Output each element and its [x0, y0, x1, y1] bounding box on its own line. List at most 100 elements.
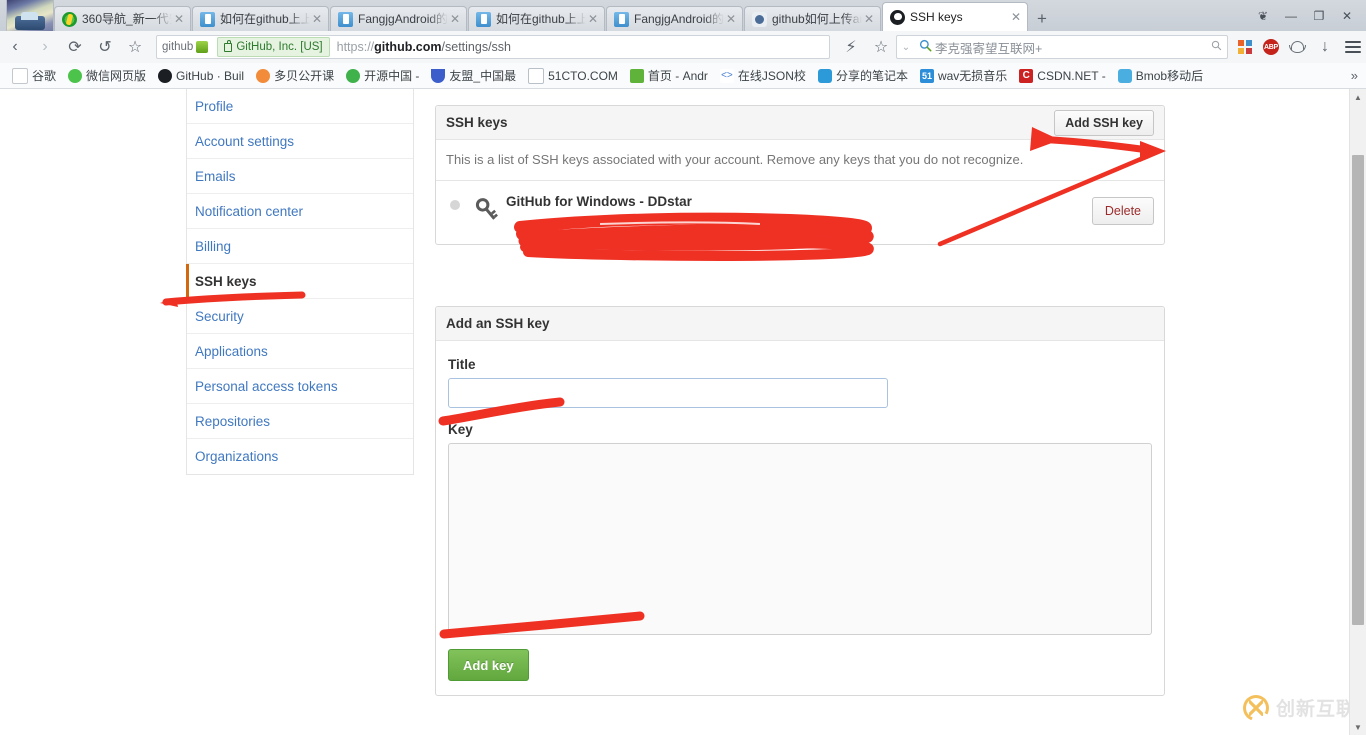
- minimize-button[interactable]: —: [1277, 5, 1305, 27]
- tab-label: 如何在github上上传: [496, 12, 586, 26]
- close-window-button[interactable]: ✕: [1333, 5, 1361, 27]
- browser-tab[interactable]: 360导航_新一代安全 ✕: [54, 6, 191, 31]
- bookmark-label: Bmob移动后: [1135, 69, 1204, 83]
- bookmark-item[interactable]: 51 wav无损音乐: [914, 65, 1013, 87]
- browser-tab[interactable]: FangjgAndroid的博 ✕: [330, 6, 467, 31]
- reload-icon[interactable]: ⟳: [60, 32, 90, 62]
- forward-icon[interactable]: ›: [30, 32, 60, 62]
- sidebar-item-account-settings[interactable]: Account settings: [187, 124, 413, 159]
- browser-tab-active[interactable]: SSH keys ✕: [882, 2, 1028, 31]
- bookmarks-overflow-icon[interactable]: »: [1351, 68, 1366, 83]
- tab-label: github如何上传andr: [772, 12, 862, 26]
- sidebar-item-profile[interactable]: Profile: [187, 89, 413, 124]
- sidebar-item-emails[interactable]: Emails: [187, 159, 413, 194]
- adblock-icon[interactable]: ABP: [1258, 33, 1284, 61]
- tab-close-icon[interactable]: ✕: [310, 13, 324, 25]
- address-bar[interactable]: github GitHub, Inc. [US] https://github.…: [156, 35, 830, 59]
- site-tag-label: github: [162, 41, 194, 53]
- bookmarks-bar: 谷歌 微信网页版 GitHub · Buil 多贝公开课 开源中国 - 友盟_中…: [0, 63, 1366, 89]
- maximize-button[interactable]: ❐: [1305, 5, 1333, 27]
- tab-close-icon[interactable]: ✕: [1009, 11, 1023, 23]
- title-field-label: Title: [448, 357, 476, 372]
- search-go-icon[interactable]: [1205, 40, 1227, 54]
- 360-favicon: [62, 11, 77, 27]
- bookmark-item[interactable]: 分享的笔记本: [812, 65, 914, 87]
- scroll-up-icon[interactable]: ▲: [1350, 89, 1366, 105]
- wechat-icon: [68, 68, 83, 83]
- search-input[interactable]: 李克强寄望互联网+: [935, 38, 1205, 57]
- back-icon[interactable]: ‹: [0, 32, 30, 62]
- bookmark-item[interactable]: 51CTO.COM: [522, 65, 624, 87]
- bookmark-label: 多贝公开课: [274, 69, 335, 83]
- bookmark-item[interactable]: C CSDN.NET -: [1013, 65, 1111, 87]
- ssh-key-title-input[interactable]: [448, 378, 888, 408]
- bookmark-label: 分享的笔记本: [835, 69, 908, 83]
- sidebar-item-notification-center[interactable]: Notification center: [187, 194, 413, 229]
- blue-doc-favicon: [200, 11, 215, 27]
- bookmark-item[interactable]: 开源中国 -: [340, 65, 425, 87]
- ext-grid-icon[interactable]: [1232, 33, 1258, 61]
- url-host: github.com: [374, 40, 442, 54]
- browser-tab[interactable]: 如何在github上上传 ✕: [192, 6, 329, 31]
- ssh-key-row: GitHub for Windows - DDstar Delete: [436, 181, 1164, 244]
- lightning-icon[interactable]: ⚡: [836, 32, 866, 62]
- download-icon[interactable]: ↓: [1310, 32, 1340, 62]
- search-engine-chevron-icon[interactable]: ⌄: [897, 42, 915, 53]
- browser-tab[interactable]: 如何在github上上传 ✕: [468, 6, 605, 31]
- github-blue-favicon: [752, 11, 767, 27]
- add-bookmark-icon[interactable]: ☆: [866, 32, 896, 62]
- bookmark-label: wav无损音乐: [937, 69, 1008, 83]
- sidebar-item-security[interactable]: Security: [187, 299, 413, 334]
- ssh-key-textarea[interactable]: [448, 443, 1152, 635]
- sidebar-item-personal-access-tokens[interactable]: Personal access tokens: [187, 369, 413, 404]
- delete-key-button[interactable]: Delete: [1091, 197, 1154, 225]
- tab-close-icon[interactable]: ✕: [586, 13, 600, 25]
- browser-tab[interactable]: FangjgAndroid的博 ✕: [606, 6, 743, 31]
- sidebar-item-repositories[interactable]: Repositories: [187, 404, 413, 439]
- sidebar-item-applications[interactable]: Applications: [187, 334, 413, 369]
- green-badge-icon: [196, 41, 209, 53]
- bookmark-item[interactable]: 友盟_中国最: [425, 65, 522, 87]
- bookmark-item[interactable]: <> 在线JSON校: [714, 65, 812, 87]
- tab-close-icon[interactable]: ✕: [862, 13, 876, 25]
- page-icon: [12, 67, 28, 84]
- tab-close-icon[interactable]: ✕: [724, 13, 738, 25]
- sidebar-item-label: Billing: [195, 238, 232, 254]
- security-indicator[interactable]: GitHub, Inc. [US]: [217, 37, 330, 57]
- evernote-icon: [817, 68, 832, 83]
- add-key-submit-button[interactable]: Add key: [448, 649, 529, 681]
- bookmark-item[interactable]: Bmob移动后: [1112, 65, 1209, 87]
- sidebar-item-label: Notification center: [195, 203, 304, 219]
- sidebar-item-label: Organizations: [195, 449, 279, 464]
- ssh-key-title: GitHub for Windows - DDstar: [506, 194, 692, 209]
- bookmark-item[interactable]: 首页 - Andr: [624, 65, 714, 87]
- skin-icon[interactable]: ❦: [1249, 5, 1277, 27]
- bookmark-label: 开源中国 -: [364, 69, 420, 83]
- bookmark-item[interactable]: 谷歌: [6, 65, 62, 87]
- page-scrollbar[interactable]: ▲ ▼: [1349, 89, 1366, 735]
- bookmark-item[interactable]: 微信网页版: [62, 65, 152, 87]
- cloud-icon[interactable]: [1284, 33, 1310, 61]
- search-box[interactable]: ⌄ 李克强寄望互联网+: [896, 35, 1228, 59]
- settings-sidebar: Profile Account settings Emails Notifica…: [186, 89, 414, 475]
- search-icon: [915, 39, 935, 55]
- sidebar-item-organizations[interactable]: Organizations: [187, 439, 413, 474]
- sidebar-item-ssh-keys[interactable]: SSH keys: [186, 264, 413, 299]
- tab-close-icon[interactable]: ✕: [172, 13, 186, 25]
- sidebar-item-billing[interactable]: Billing: [187, 229, 413, 264]
- bookmark-label: 51CTO.COM: [548, 68, 618, 83]
- bmob-icon: [1117, 68, 1132, 83]
- scroll-down-icon[interactable]: ▼: [1350, 719, 1366, 735]
- bookmark-item[interactable]: 多贝公开课: [250, 65, 340, 87]
- tab-close-icon[interactable]: ✕: [448, 13, 462, 25]
- menu-icon[interactable]: [1340, 33, 1366, 61]
- history-back-icon[interactable]: ↺: [90, 32, 120, 62]
- bookmark-star-icon[interactable]: ☆: [120, 32, 150, 62]
- add-ssh-key-button[interactable]: Add SSH key: [1054, 109, 1154, 136]
- new-tab-button[interactable]: +: [1029, 6, 1055, 31]
- page-viewport: Profile Account settings Emails Notifica…: [0, 89, 1366, 735]
- browser-tab[interactable]: github如何上传andr ✕: [744, 6, 881, 31]
- tab-list: 360导航_新一代安全 ✕ 如何在github上上传 ✕ FangjgAndro…: [54, 0, 1055, 31]
- bookmark-item[interactable]: GitHub · Buil: [152, 65, 250, 87]
- scrollbar-thumb[interactable]: [1352, 155, 1364, 625]
